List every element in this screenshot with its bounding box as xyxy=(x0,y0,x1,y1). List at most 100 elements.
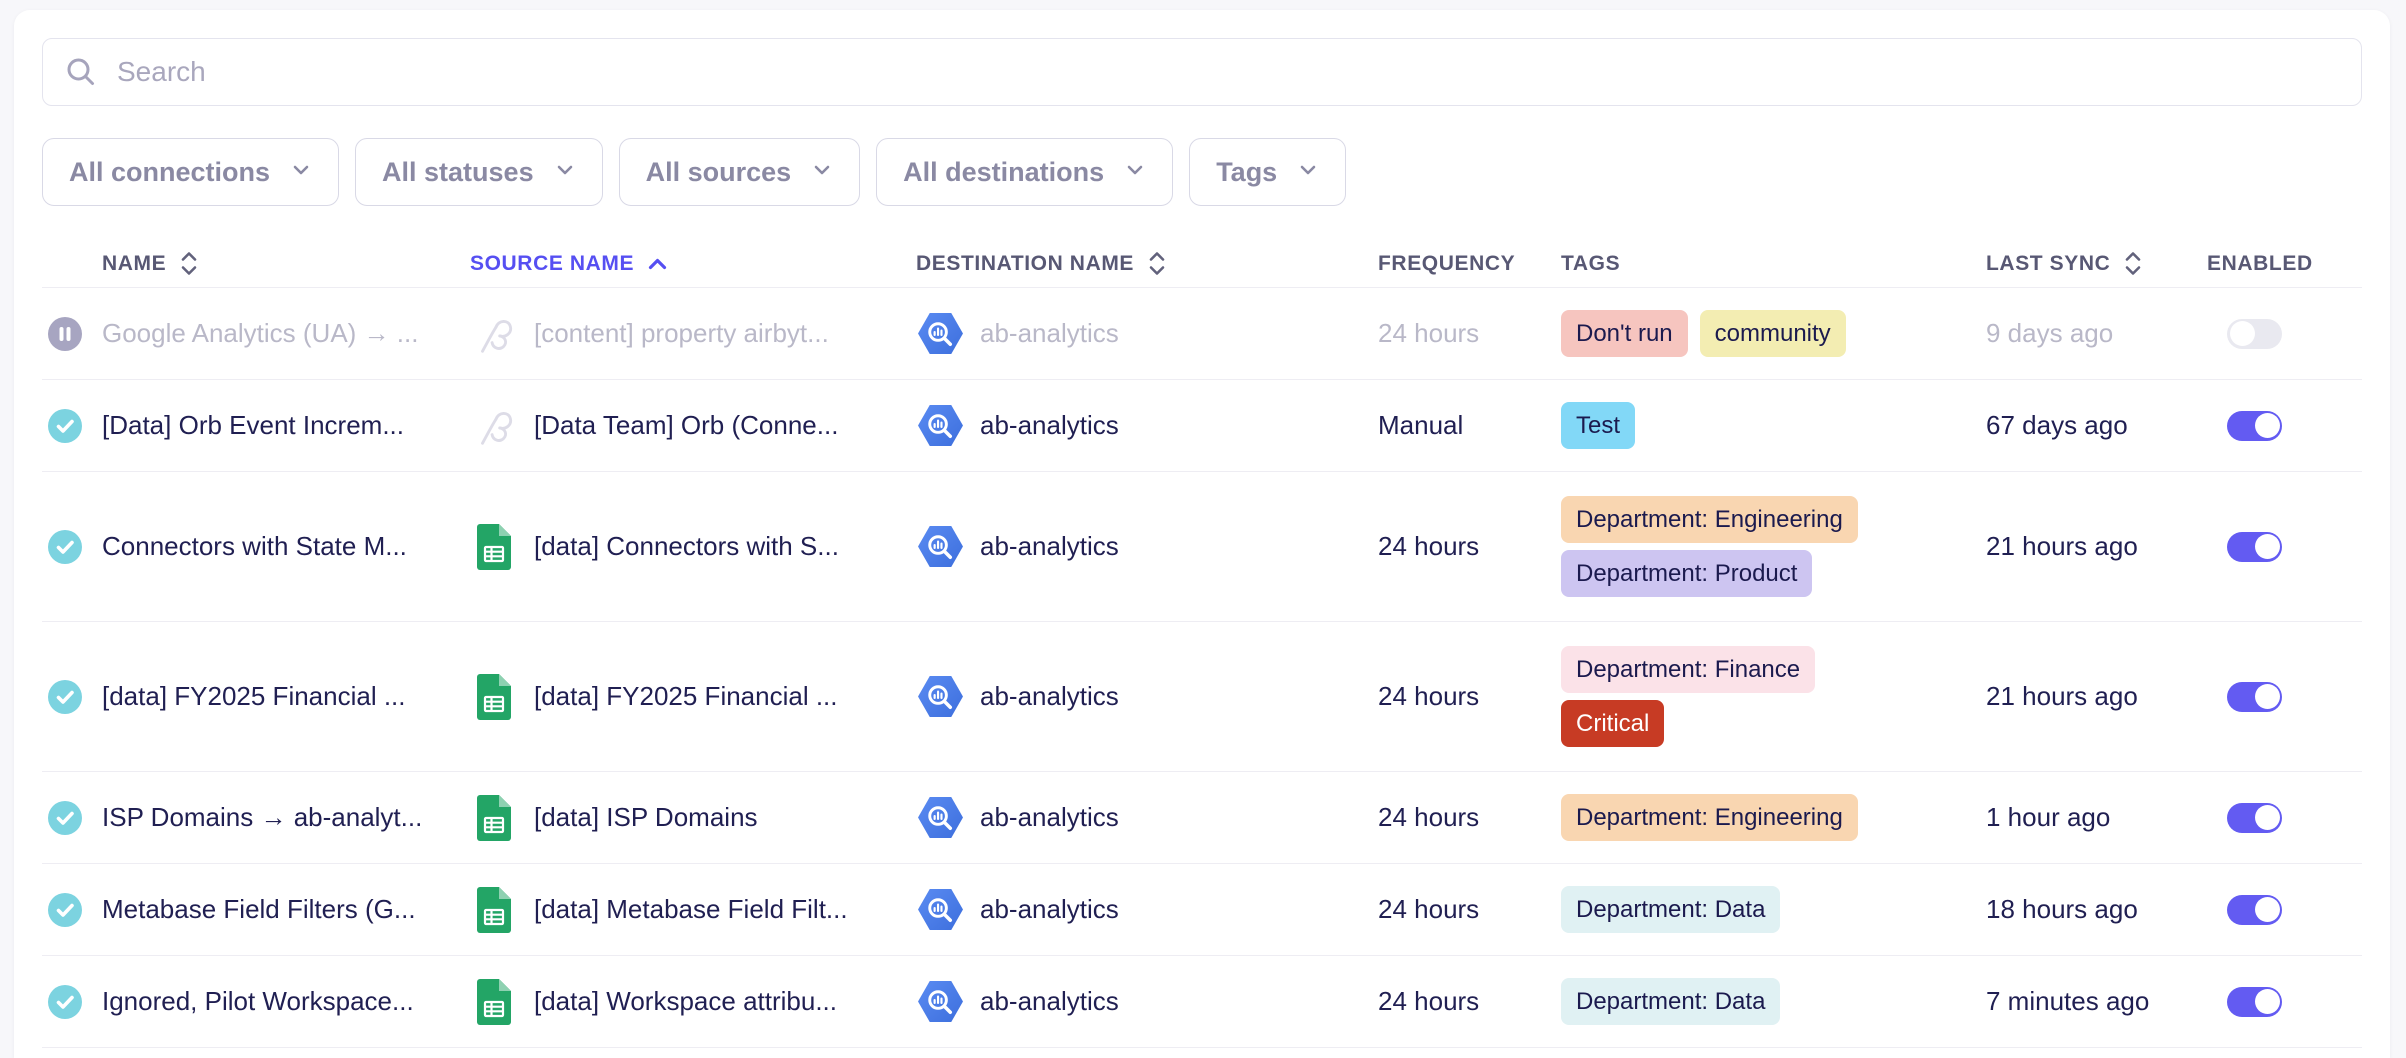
tag-pill: Test xyxy=(1561,402,1635,449)
success-status-icon xyxy=(48,985,82,1019)
column-label: ENABLED xyxy=(2207,252,2313,276)
filter-dropdown[interactable]: Tags xyxy=(1189,138,1346,206)
paused-status-icon xyxy=(48,317,82,351)
filter-label: All connections xyxy=(69,157,270,188)
filter-dropdown[interactable]: All sources xyxy=(619,138,861,206)
chevron-down-icon xyxy=(1297,157,1319,188)
column-header: TAGS xyxy=(1561,252,1986,276)
frequency-value: 24 hours xyxy=(1378,531,1561,562)
frequency-value: 24 hours xyxy=(1378,894,1561,925)
bigquery-icon xyxy=(916,312,964,355)
bigquery-icon xyxy=(916,525,964,568)
toggle-knob xyxy=(2255,534,2280,559)
success-status-icon xyxy=(48,530,82,564)
search-icon xyxy=(64,55,98,89)
last-sync-value: 9 days ago xyxy=(1986,318,2207,349)
tag-pill: Department: Data xyxy=(1561,978,1780,1025)
connection-name: Ignored, Pilot Workspace... xyxy=(102,986,434,1017)
toggle-knob xyxy=(2255,684,2280,709)
table-row[interactable]: Connectors with State M... [data] Connec… xyxy=(42,472,2362,622)
column-header[interactable]: LAST SYNC xyxy=(1986,250,2207,277)
column-header[interactable]: DESTINATION NAME xyxy=(916,250,1378,277)
tags-list: Department: FinanceCritical xyxy=(1561,646,1986,747)
table-row[interactable]: Google Analytics (UA) → ... [content] pr… xyxy=(42,288,2362,380)
table-header: NAME SOURCE NAME DESTINATION NAME FREQUE… xyxy=(42,240,2362,288)
search-bar xyxy=(42,38,2362,106)
column-header[interactable]: SOURCE NAME xyxy=(470,252,916,276)
sheets-icon xyxy=(470,674,518,720)
frequency-value: Manual xyxy=(1378,410,1561,441)
destination-name: ab-analytics xyxy=(980,802,1119,833)
source-name: [data] FY2025 Financial ... xyxy=(534,681,838,712)
source-name: [Data Team] Orb (Conne... xyxy=(534,410,838,441)
search-input[interactable] xyxy=(42,38,2362,106)
enabled-toggle[interactable] xyxy=(2227,803,2282,833)
column-header[interactable]: NAME xyxy=(102,250,470,277)
filter-label: All destinations xyxy=(903,157,1104,188)
tag-pill: Department: Engineering xyxy=(1561,496,1858,543)
column-label: DESTINATION NAME xyxy=(916,252,1134,276)
sheets-icon xyxy=(470,979,518,1025)
sheets-icon xyxy=(470,887,518,933)
destination-name: ab-analytics xyxy=(980,318,1119,349)
tags-list: Department: Data xyxy=(1561,978,1986,1025)
destination-name: ab-analytics xyxy=(980,410,1119,441)
table-row[interactable]: ISP Domains → ab-analyt... [data] ISP Do… xyxy=(42,772,2362,864)
tags-list: Test xyxy=(1561,402,1986,449)
success-status-icon xyxy=(48,680,82,714)
table-row[interactable]: Metabase Field Filters (G... [data] Meta… xyxy=(42,864,2362,956)
frequency-value: 24 hours xyxy=(1378,318,1561,349)
bigquery-icon xyxy=(916,980,964,1023)
connection-name: Google Analytics (UA) → ... xyxy=(102,318,438,349)
last-sync-value: 1 hour ago xyxy=(1986,802,2207,833)
destination-name: ab-analytics xyxy=(980,681,1119,712)
sort-icon-slot xyxy=(2122,250,2144,277)
last-sync-value: 67 days ago xyxy=(1986,410,2207,441)
tags-list: Don't runcommunity xyxy=(1561,310,1986,357)
destination-name: ab-analytics xyxy=(980,531,1119,562)
connection-name: Metabase Field Filters (G... xyxy=(102,894,436,925)
chevron-down-icon xyxy=(1124,157,1146,188)
table-body: Google Analytics (UA) → ... [content] pr… xyxy=(42,288,2362,1048)
tag-pill: Don't run xyxy=(1561,310,1688,357)
enabled-toggle[interactable] xyxy=(2227,532,2282,562)
enabled-toggle[interactable] xyxy=(2227,319,2282,349)
source-name: [data] ISP Domains xyxy=(534,802,758,833)
toggle-knob xyxy=(2255,897,2280,922)
tags-list: Department: Data xyxy=(1561,886,1986,933)
filter-dropdown[interactable]: All connections xyxy=(42,138,339,206)
toggle-knob xyxy=(2230,321,2255,346)
column-header: ENABLED xyxy=(2207,252,2362,276)
enabled-toggle[interactable] xyxy=(2227,895,2282,925)
table-row[interactable]: [data] FY2025 Financial ... [data] FY202… xyxy=(42,622,2362,772)
toggle-knob xyxy=(2255,413,2280,438)
tag-pill: Department: Finance xyxy=(1561,646,1815,693)
frequency-value: 24 hours xyxy=(1378,681,1561,712)
toggle-knob xyxy=(2255,989,2280,1014)
enabled-toggle[interactable] xyxy=(2227,987,2282,1017)
last-sync-value: 21 hours ago xyxy=(1986,531,2207,562)
bigquery-icon xyxy=(916,404,964,447)
success-status-icon xyxy=(48,801,82,835)
destination-name: ab-analytics xyxy=(980,986,1119,1017)
column-label: TAGS xyxy=(1561,252,1620,276)
table-row[interactable]: [Data] Orb Event Increm... [Data Team] O… xyxy=(42,380,2362,472)
filter-label: All statuses xyxy=(382,157,534,188)
connections-panel: All connections All statuses All sources… xyxy=(14,10,2390,1058)
success-status-icon xyxy=(48,893,82,927)
toggle-knob xyxy=(2255,805,2280,830)
table-row[interactable]: Ignored, Pilot Workspace... [data] Works… xyxy=(42,956,2362,1048)
sort-icon-slot xyxy=(646,256,669,272)
enabled-toggle[interactable] xyxy=(2227,411,2282,441)
filter-dropdown[interactable]: All destinations xyxy=(876,138,1173,206)
frequency-value: 24 hours xyxy=(1378,802,1561,833)
enabled-toggle[interactable] xyxy=(2227,682,2282,712)
airbyte-icon xyxy=(470,403,518,449)
tags-list: Department: EngineeringDepartment: Produ… xyxy=(1561,496,1986,597)
sheets-icon xyxy=(470,524,518,570)
filter-dropdown[interactable]: All statuses xyxy=(355,138,603,206)
last-sync-value: 18 hours ago xyxy=(1986,894,2207,925)
connection-name: [Data] Orb Event Increm... xyxy=(102,410,424,441)
tag-pill: Department: Data xyxy=(1561,886,1780,933)
bigquery-icon xyxy=(916,675,964,718)
